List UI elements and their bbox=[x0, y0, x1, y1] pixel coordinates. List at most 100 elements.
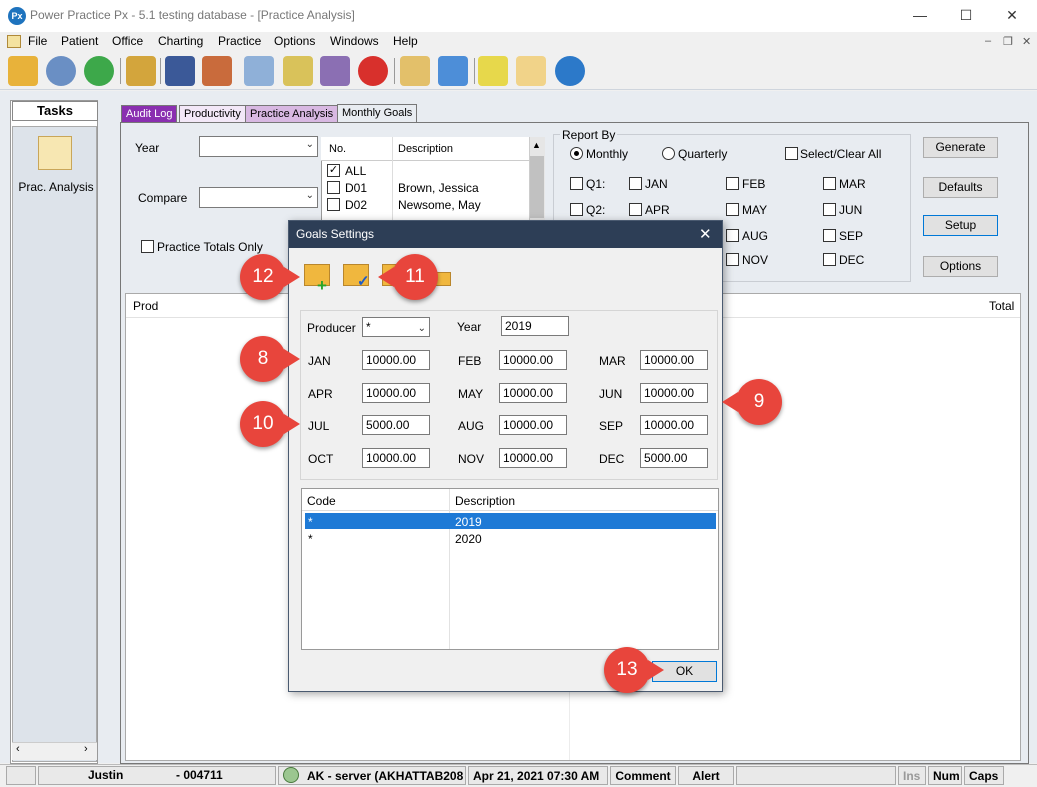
nov-checkbox[interactable] bbox=[726, 253, 739, 266]
scroll-thumb[interactable] bbox=[530, 156, 544, 218]
options-button[interactable]: Options bbox=[923, 256, 998, 277]
goal-desc: 2019 bbox=[455, 515, 482, 529]
edit-icon[interactable] bbox=[516, 56, 546, 86]
year-field[interactable]: 2019 bbox=[501, 316, 569, 336]
col-total: Total bbox=[989, 299, 1015, 313]
aug-checkbox[interactable] bbox=[726, 229, 739, 242]
help-icon[interactable] bbox=[555, 56, 585, 86]
goals-row-selected[interactable] bbox=[305, 513, 716, 529]
pencil-icon[interactable] bbox=[126, 56, 156, 86]
col-prod: Prod bbox=[133, 299, 159, 313]
jan-goal-input[interactable]: 10000.00 bbox=[362, 350, 430, 370]
jun-goal-input[interactable]: 10000.00 bbox=[640, 383, 708, 403]
feb-goal-input[interactable]: 10000.00 bbox=[499, 350, 567, 370]
jan-checkbox[interactable] bbox=[629, 177, 642, 190]
open-folder-icon[interactable] bbox=[8, 56, 38, 86]
q1-checkbox[interactable] bbox=[570, 177, 583, 190]
jun-goal-label: JUN bbox=[599, 387, 623, 401]
practice-totals-checkbox[interactable] bbox=[141, 240, 154, 253]
jun-checkbox[interactable] bbox=[823, 203, 836, 216]
menu-help[interactable]: Help bbox=[393, 34, 418, 48]
col-no: No. bbox=[329, 143, 347, 155]
notes-icon[interactable] bbox=[478, 56, 508, 86]
feb-label: FEB bbox=[742, 177, 766, 191]
aug-goal-input[interactable]: 10000.00 bbox=[499, 415, 567, 435]
document-icon bbox=[7, 35, 21, 48]
dec-goal-input[interactable]: 5000.00 bbox=[640, 448, 708, 468]
status-ins: Ins bbox=[898, 766, 926, 785]
menu-practice[interactable]: Practice bbox=[218, 34, 261, 48]
sep-checkbox[interactable] bbox=[823, 229, 836, 242]
close-icon[interactable]: ✕ bbox=[989, 0, 1035, 32]
callout-9: 9 bbox=[736, 379, 782, 425]
compare-select[interactable]: ⌄ bbox=[199, 187, 318, 208]
sep-goal-input[interactable]: 10000.00 bbox=[640, 415, 708, 435]
defaults-button[interactable]: Defaults bbox=[923, 177, 998, 198]
q2-label: Q2: bbox=[586, 203, 606, 217]
provider-desc: Brown, Jessica bbox=[398, 181, 479, 195]
tab-practice-analysis[interactable]: Practice Analysis bbox=[245, 105, 339, 123]
edi-icon[interactable] bbox=[320, 56, 350, 86]
id-card-icon[interactable] bbox=[400, 56, 430, 86]
scroll-left-icon[interactable]: ‹ bbox=[16, 743, 20, 755]
status-alert[interactable]: Alert bbox=[678, 766, 734, 785]
setup-button[interactable]: Setup bbox=[923, 215, 998, 236]
sep-label: SEP bbox=[839, 229, 864, 243]
box-icon[interactable] bbox=[283, 56, 313, 86]
jul-goal-input[interactable]: 5000.00 bbox=[362, 415, 430, 435]
select-all-checkbox[interactable] bbox=[785, 147, 798, 160]
calendar-icon[interactable] bbox=[202, 56, 232, 86]
patients-icon[interactable] bbox=[46, 56, 76, 86]
chart-icon[interactable] bbox=[244, 56, 274, 86]
window-title: Power Practice Px - 5.1 testing database… bbox=[30, 8, 355, 22]
tab-monthly-goals[interactable]: Monthly Goals bbox=[337, 104, 418, 124]
tasks-list bbox=[12, 126, 97, 762]
bottle-icon[interactable] bbox=[438, 56, 468, 86]
monthly-radio[interactable] bbox=[570, 147, 583, 160]
nov-goal-input[interactable]: 10000.00 bbox=[499, 448, 567, 468]
provider-desc: Newsome, May bbox=[398, 198, 481, 212]
tab-productivity[interactable]: Productivity bbox=[179, 105, 246, 123]
may-goal-input[interactable]: 10000.00 bbox=[499, 383, 567, 403]
provider-checkbox[interactable] bbox=[327, 181, 340, 194]
mar-checkbox[interactable] bbox=[823, 177, 836, 190]
may-checkbox[interactable] bbox=[726, 203, 739, 216]
feb-checkbox[interactable] bbox=[726, 177, 739, 190]
apr-checkbox[interactable] bbox=[629, 203, 642, 216]
minimize-icon[interactable]: — bbox=[897, 0, 943, 32]
scroll-up-icon[interactable]: ▲ bbox=[532, 140, 541, 150]
q2-checkbox[interactable] bbox=[570, 203, 583, 216]
provider-checkbox[interactable] bbox=[327, 198, 340, 211]
scroll-right-icon[interactable]: › bbox=[84, 743, 88, 755]
tab-audit-log[interactable]: Audit Log bbox=[121, 105, 178, 123]
quarterly-radio[interactable] bbox=[662, 147, 675, 160]
mdi-restore-icon[interactable]: ❐ bbox=[1003, 35, 1013, 48]
task-practice-analysis[interactable]: Prac. Analysis bbox=[14, 180, 98, 194]
dec-checkbox[interactable] bbox=[823, 253, 836, 266]
goals-row[interactable] bbox=[305, 530, 716, 546]
book-icon[interactable] bbox=[165, 56, 195, 86]
menu-options[interactable]: Options bbox=[274, 34, 315, 48]
year-select[interactable]: ⌄ bbox=[199, 136, 318, 157]
status-user-cell bbox=[38, 766, 276, 785]
producer-select[interactable]: * ⌄ bbox=[362, 317, 430, 337]
mdi-minimize-icon[interactable]: – bbox=[985, 35, 991, 47]
menu-file[interactable]: File bbox=[28, 34, 47, 48]
provider-checkbox-all[interactable]: ✓ bbox=[327, 164, 340, 177]
menu-patient[interactable]: Patient bbox=[61, 34, 98, 48]
camera-icon[interactable] bbox=[6, 766, 36, 785]
money-icon[interactable] bbox=[84, 56, 114, 86]
dialog-close-icon[interactable]: ✕ bbox=[699, 225, 712, 243]
menu-office[interactable]: Office bbox=[112, 34, 143, 48]
mar-goal-input[interactable]: 10000.00 bbox=[640, 350, 708, 370]
oct-goal-input[interactable]: 10000.00 bbox=[362, 448, 430, 468]
practice-analysis-icon[interactable] bbox=[38, 136, 72, 170]
cancel-icon[interactable] bbox=[358, 56, 388, 86]
apr-goal-input[interactable]: 10000.00 bbox=[362, 383, 430, 403]
generate-button[interactable]: Generate bbox=[923, 137, 998, 158]
status-comment[interactable]: Comment bbox=[610, 766, 676, 785]
menu-charting[interactable]: Charting bbox=[158, 34, 203, 48]
menu-windows[interactable]: Windows bbox=[330, 34, 379, 48]
maximize-icon[interactable]: ☐ bbox=[943, 0, 989, 32]
mdi-close-icon[interactable]: ✕ bbox=[1022, 35, 1031, 48]
